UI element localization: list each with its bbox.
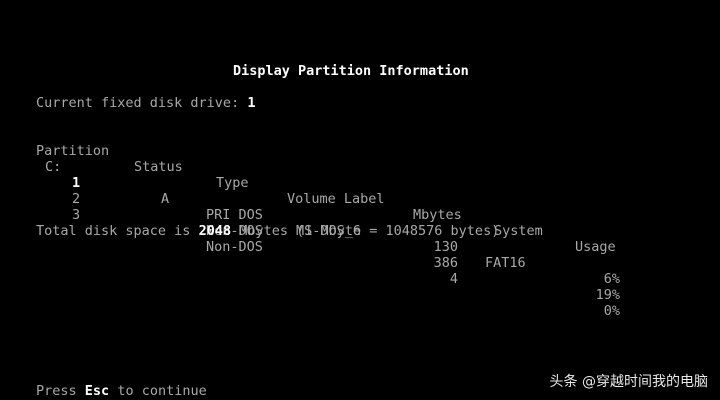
current-drive-label: Current fixed disk drive: (36, 95, 240, 111)
current-drive-line: Current fixed disk drive: 1 (36, 95, 255, 111)
table-row: 2 Non-DOS 386 19% (0, 159, 720, 303)
row-type: PRI DOS (206, 207, 263, 223)
header-mbytes: Mbytes (413, 207, 462, 223)
header-volume-label: Volume Label (287, 191, 385, 207)
total-suffix: Mbytes (1 Mbyte = 1048576 bytes) (239, 223, 500, 239)
header-system: System (494, 223, 543, 239)
row-usage: 0% (603, 303, 620, 319)
screen-title: Display Partition Information (233, 63, 469, 79)
row-status: A (161, 191, 170, 207)
row-type: Non-DOS (206, 239, 263, 255)
dos-screen: Display Partition Information Current fi… (0, 0, 720, 400)
row-mbytes: 4 (449, 271, 458, 287)
press-text: Press (36, 383, 77, 399)
row-usage: 6% (603, 271, 620, 287)
row-partition-number: 2 (72, 191, 81, 207)
total-disk-space-line: Total disk space is 2048 Mbytes (1 Mbyte… (36, 223, 499, 239)
header-usage: Usage (575, 239, 616, 255)
row-system: FAT16 (485, 255, 526, 271)
row-mbytes: 130 (433, 239, 458, 255)
row-usage: 19% (595, 287, 620, 303)
continue-prompt: Press Esc to continue (36, 383, 207, 399)
watermark: 头条 @穿越时间我的电脑 (549, 374, 708, 390)
row-mbytes: 386 (433, 255, 458, 271)
table-row: C: 1 A PRI DOS MS-DOS_6 130 FAT16 6% (0, 143, 720, 287)
table-header: Partition Status Type Volume Label Mbyte… (0, 127, 720, 255)
total-value: 2048 (198, 223, 232, 239)
continue-text: to continue (117, 383, 207, 399)
esc-key-label[interactable]: Esc (85, 383, 109, 399)
current-drive-value: 1 (247, 95, 256, 111)
total-prefix: Total disk space is (36, 223, 191, 239)
row-partition-number: 3 (72, 207, 81, 223)
table-row: 3 Non-DOS 4 0% (0, 175, 720, 319)
